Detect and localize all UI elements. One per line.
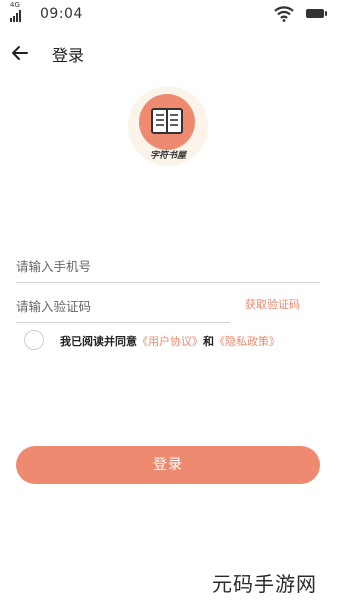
login-button[interactable]: 登录: [16, 446, 320, 484]
user-agreement-link[interactable]: 《用户协议》: [137, 335, 203, 348]
app-logo: 字符书屋: [128, 86, 210, 172]
verification-code-input[interactable]: [16, 292, 230, 320]
get-code-button[interactable]: 获取验证码: [245, 296, 300, 312]
agreement-and: 和: [203, 335, 214, 348]
page-title: 登录: [52, 46, 85, 65]
battery-icon: [306, 9, 327, 18]
wifi-icon: [274, 6, 294, 22]
status-time: 09:04: [40, 6, 83, 22]
book-icon: [151, 108, 183, 134]
agreement-text: 我已阅读并同意《用户协议》和《隐私政策》: [60, 333, 280, 349]
signal-icon: [10, 10, 21, 22]
nav-bar: 登录: [0, 36, 337, 70]
status-bar: 4G 09:04: [0, 0, 337, 30]
privacy-policy-link[interactable]: 《隐私政策》: [214, 335, 280, 348]
network-type: 4G: [10, 1, 20, 9]
agreement-row: 我已阅读并同意《用户协议》和《隐私政策》: [24, 330, 324, 352]
code-field: [16, 292, 230, 323]
phone-input[interactable]: [16, 252, 320, 280]
agreement-checkbox[interactable]: [24, 330, 44, 350]
watermark-text: 元码手游网: [212, 572, 317, 596]
logo-text: 字符书屋: [149, 151, 186, 161]
phone-field: [16, 252, 320, 283]
arrow-left-icon[interactable]: [8, 40, 34, 66]
agreement-prefix: 我已阅读并同意: [60, 335, 137, 348]
